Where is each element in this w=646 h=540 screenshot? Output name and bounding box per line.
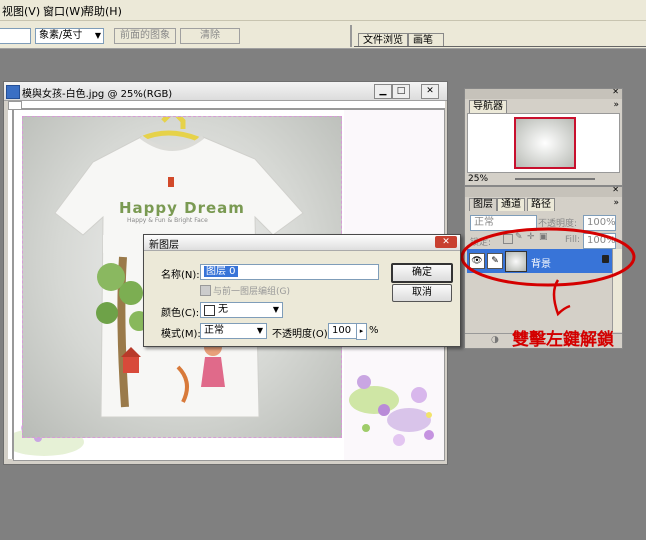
units-value: 象素/英寸 (39, 30, 83, 41)
color-label: 颜色(C): (161, 308, 200, 319)
dialog-titlebar[interactable]: 新图层 ✕ (144, 235, 460, 251)
mode-label: 模式(M): (161, 329, 201, 340)
shirt-text-line2: Happy & Fun & Bright Face (127, 217, 208, 224)
layers-panel-header: ✕ (465, 185, 622, 197)
dialog-close-button[interactable]: ✕ (435, 236, 457, 248)
menu-window[interactable]: 窗口(W) (43, 3, 84, 19)
maximize-icon: □ (396, 86, 406, 96)
name-label: 名称(N): (161, 270, 200, 281)
chevron-down-icon: ▼ (94, 31, 101, 40)
resolution-input[interactable] (0, 28, 31, 44)
options-bar-bottom-line (354, 46, 646, 47)
opacity-input[interactable]: 100 (328, 323, 359, 339)
tab-file-browser[interactable]: 文件浏览 (358, 33, 408, 47)
clear-button[interactable]: 清除 (180, 28, 240, 44)
annotation-text: 雙擊左鍵解鎖 (512, 330, 614, 350)
zoom-slider[interactable] (515, 178, 595, 180)
layer-name-value: 图层 0 (204, 266, 238, 277)
opacity-value: 100 (332, 325, 352, 336)
group-label: 与前一图层编组(G) (213, 287, 290, 297)
menu-bar: 视图(V) 窗口(W) 帮助(H) (0, 0, 646, 21)
minimize-button[interactable]: ▁ (374, 84, 392, 99)
color-value: 无 (218, 304, 228, 315)
panel-close-icon[interactable]: ✕ (612, 87, 619, 96)
chevron-down-icon: ▼ (272, 305, 279, 314)
front-image-button[interactable]: 前面的图象 (114, 28, 176, 44)
options-bar: 象素/英寸 ▼ 前面的图象 清除 文件浏览 画笔 (0, 21, 646, 49)
options-divider (350, 25, 352, 47)
color-swatch (204, 305, 215, 316)
ps-app-icon (6, 85, 20, 99)
ruler-top[interactable] (21, 101, 445, 109)
percent-sign: % (369, 325, 379, 336)
minimize-icon: ▁ (379, 86, 387, 96)
close-icon: ✕ (426, 86, 434, 96)
shirt-text-line1: Happy Dream (119, 199, 245, 217)
navigator-panel-header: ✕ (465, 87, 622, 99)
group-checkbox[interactable] (200, 285, 211, 296)
chevron-down-icon: ▼ (256, 326, 263, 335)
units-select[interactable]: 象素/英寸 ▼ (35, 28, 104, 44)
tab-navigator[interactable]: 导航器 (469, 100, 507, 113)
document-titlebar[interactable]: 模與女孩-白色.jpg @ 25%(RGB) ▁ □ ✕ (4, 82, 447, 101)
color-select[interactable]: 无 ▼ (200, 302, 283, 318)
tab-brushes[interactable]: 画笔 (408, 33, 444, 47)
panel-menu-icon[interactable]: » (613, 100, 619, 110)
mode-select[interactable]: 正常 ▼ (200, 323, 267, 339)
menu-view[interactable]: 视图(V) (2, 3, 40, 19)
cancel-button[interactable]: 取消 (392, 284, 452, 302)
tab-paths[interactable]: 路径 (527, 198, 555, 211)
layer-name-input[interactable]: 图层 0 (200, 264, 379, 280)
opacity-slider-button[interactable]: ▸ (356, 323, 367, 340)
tab-channels[interactable]: 通道 (497, 198, 525, 211)
maximize-button[interactable]: □ (392, 84, 410, 99)
annotation-overlay (460, 227, 636, 317)
tab-layers[interactable]: 图层 (469, 198, 497, 211)
navigator-zoom[interactable]: 25% (468, 174, 488, 184)
navigator-panel: ✕ 导航器 » 25% (464, 87, 623, 186)
new-layer-dialog: 新图层 ✕ 名称(N): 图层 0 确定 与前一图层编组(G) 取消 颜色(C)… (143, 234, 461, 347)
dialog-title: 新图层 (149, 240, 179, 251)
panel-close-icon[interactable]: ✕ (612, 185, 619, 194)
navigator-thumb-area (467, 113, 620, 173)
opacity-label: 不透明度(O): (272, 329, 332, 340)
document-title: 模與女孩-白色.jpg @ 25%(RGB) (22, 89, 173, 100)
mode-value: 正常 (204, 325, 224, 336)
annotation-circle (460, 227, 636, 287)
panel-menu-icon[interactable]: » (613, 198, 619, 208)
menu-help[interactable]: 帮助(H) (83, 3, 122, 19)
ok-button[interactable]: 确定 (391, 263, 453, 283)
close-button[interactable]: ✕ (421, 84, 439, 99)
navigator-thumbnail[interactable] (514, 117, 576, 169)
layer-style-icon[interactable]: ◑ (491, 335, 499, 345)
